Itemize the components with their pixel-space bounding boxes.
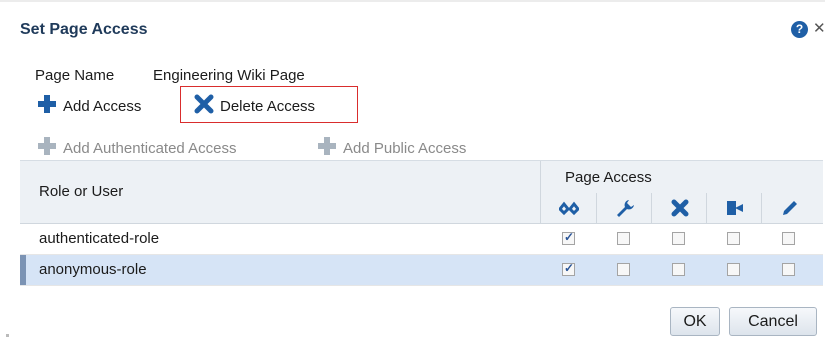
column-header-page-access: Page Access — [565, 169, 652, 186]
permission-checkbox[interactable] — [617, 263, 630, 276]
view-icon[interactable] — [541, 193, 596, 223]
cancel-button[interactable]: Cancel — [729, 307, 817, 336]
add-public-access-button[interactable]: Add Public Access — [317, 136, 466, 160]
resize-corner — [6, 334, 9, 337]
permission-checkbox[interactable] — [562, 230, 575, 245]
ok-button[interactable]: OK — [670, 307, 720, 336]
page-name-label: Page Name — [35, 67, 115, 84]
top-border — [0, 0, 825, 2]
column-header-role: Role or User — [39, 183, 124, 200]
add-access-label: Add Access — [63, 97, 142, 115]
delete-icon[interactable] — [651, 193, 707, 223]
permission-checkbox[interactable] — [672, 232, 685, 245]
manage-icon[interactable] — [596, 193, 652, 223]
plus-icon — [37, 94, 57, 118]
add-access-button[interactable]: Add Access — [37, 94, 141, 118]
plus-icon — [37, 136, 57, 160]
permission-checkbox[interactable] — [727, 232, 740, 245]
help-icon[interactable]: ? — [791, 21, 808, 38]
permission-checkbox[interactable] — [562, 261, 575, 276]
page-name-value: Engineering Wiki Page — [153, 67, 305, 84]
access-table: Role or User Page Access authenticated-r… — [20, 160, 823, 286]
add-authenticated-access-label: Add Authenticated Access — [63, 139, 237, 157]
table-row[interactable]: anonymous-role — [20, 255, 823, 286]
role-name: authenticated-role — [39, 230, 160, 247]
delete-access-label: Delete Access — [220, 97, 316, 115]
add-authenticated-access-button[interactable]: Add Authenticated Access — [37, 136, 236, 160]
table-row[interactable]: authenticated-role — [20, 224, 823, 255]
permission-checkbox[interactable] — [672, 263, 685, 276]
permission-checkbox[interactable] — [782, 232, 795, 245]
selection-marker — [20, 255, 26, 285]
permission-checkbox[interactable] — [727, 263, 740, 276]
role-name: anonymous-role — [39, 261, 147, 278]
delete-access-button[interactable]: Delete Access — [194, 94, 315, 118]
table-header: Role or User Page Access — [20, 160, 823, 224]
permission-checkbox[interactable] — [617, 232, 630, 245]
dialog-title: Set Page Access — [20, 21, 148, 38]
pencil-icon[interactable] — [761, 193, 817, 223]
delete-icon — [194, 94, 214, 118]
close-icon[interactable]: ✕ — [813, 19, 825, 37]
add-public-access-label: Add Public Access — [343, 139, 467, 157]
plus-icon — [317, 136, 337, 160]
edit-icon[interactable] — [706, 193, 762, 223]
permission-checkbox[interactable] — [782, 263, 795, 276]
